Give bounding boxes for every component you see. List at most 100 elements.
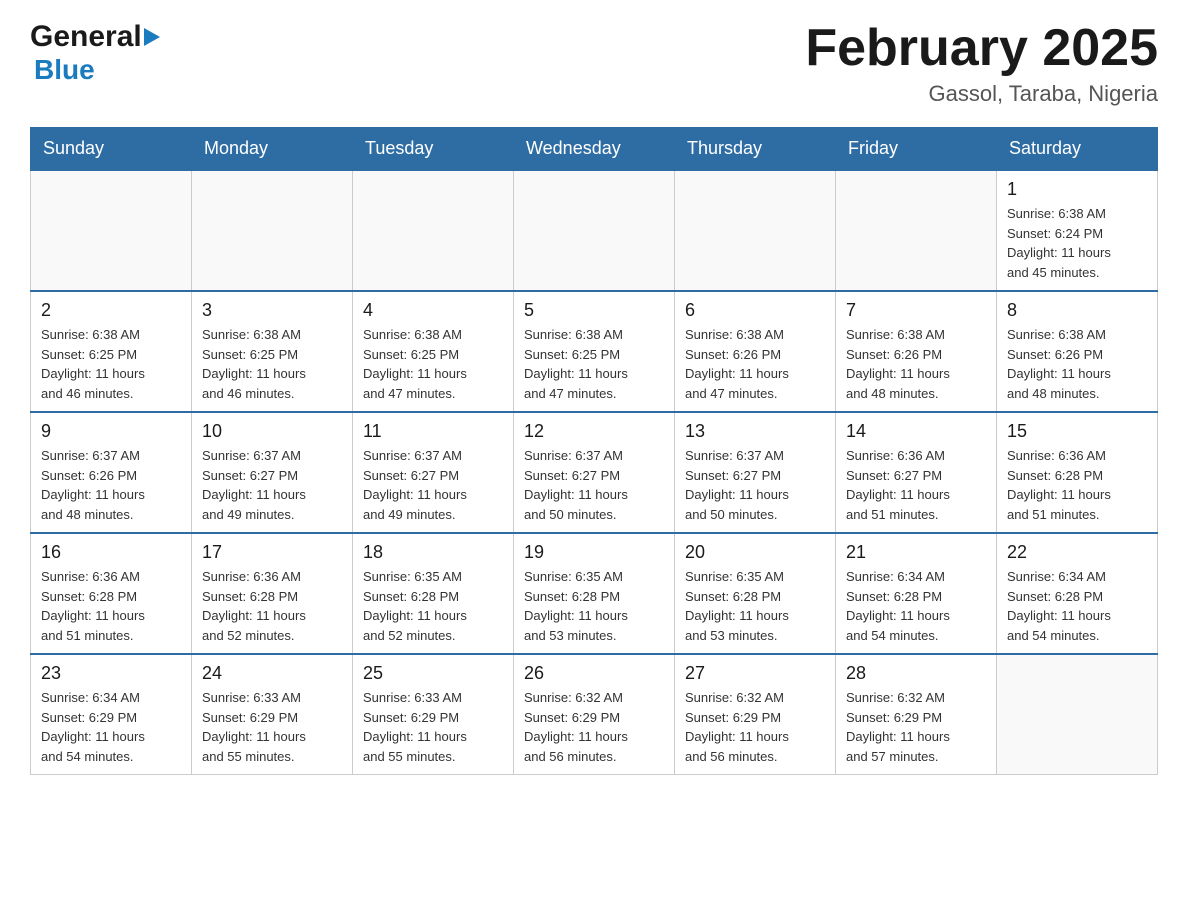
calendar-cell: 1 Sunrise: 6:38 AM Sunset: 6:24 PM Daylig… <box>997 170 1158 291</box>
day-number: 1 <box>1007 179 1147 200</box>
calendar-cell: 8 Sunrise: 6:38 AM Sunset: 6:26 PM Daylig… <box>997 291 1158 412</box>
week-row-3: 9 Sunrise: 6:37 AM Sunset: 6:26 PM Daylig… <box>31 412 1158 533</box>
day-info: Sunrise: 6:38 AM Sunset: 6:24 PM Dayligh… <box>1007 204 1147 282</box>
calendar-cell: 18 Sunrise: 6:35 AM Sunset: 6:28 PM Dayli… <box>353 533 514 654</box>
day-info: Sunrise: 6:33 AM Sunset: 6:29 PM Dayligh… <box>363 688 503 766</box>
day-info: Sunrise: 6:38 AM Sunset: 6:26 PM Dayligh… <box>685 325 825 403</box>
day-number: 19 <box>524 542 664 563</box>
calendar-cell: 14 Sunrise: 6:36 AM Sunset: 6:27 PM Dayli… <box>836 412 997 533</box>
day-info: Sunrise: 6:36 AM Sunset: 6:28 PM Dayligh… <box>202 567 342 645</box>
day-info: Sunrise: 6:38 AM Sunset: 6:26 PM Dayligh… <box>846 325 986 403</box>
day-number: 7 <box>846 300 986 321</box>
day-number: 12 <box>524 421 664 442</box>
week-row-2: 2 Sunrise: 6:38 AM Sunset: 6:25 PM Daylig… <box>31 291 1158 412</box>
day-number: 16 <box>41 542 181 563</box>
day-info: Sunrise: 6:38 AM Sunset: 6:25 PM Dayligh… <box>202 325 342 403</box>
day-info: Sunrise: 6:36 AM Sunset: 6:27 PM Dayligh… <box>846 446 986 524</box>
logo-flag-icon <box>144 28 160 46</box>
day-info: Sunrise: 6:37 AM Sunset: 6:27 PM Dayligh… <box>685 446 825 524</box>
calendar-cell: 3 Sunrise: 6:38 AM Sunset: 6:25 PM Daylig… <box>192 291 353 412</box>
day-info: Sunrise: 6:38 AM Sunset: 6:26 PM Dayligh… <box>1007 325 1147 403</box>
day-header-friday: Friday <box>836 128 997 171</box>
day-number: 11 <box>363 421 503 442</box>
calendar-cell: 9 Sunrise: 6:37 AM Sunset: 6:26 PM Daylig… <box>31 412 192 533</box>
day-info: Sunrise: 6:35 AM Sunset: 6:28 PM Dayligh… <box>685 567 825 645</box>
calendar-cell: 25 Sunrise: 6:33 AM Sunset: 6:29 PM Dayli… <box>353 654 514 775</box>
day-info: Sunrise: 6:36 AM Sunset: 6:28 PM Dayligh… <box>41 567 181 645</box>
calendar-cell: 28Sunrise: 6:32 AM Sunset: 6:29 PM Dayli… <box>836 654 997 775</box>
day-number: 3 <box>202 300 342 321</box>
calendar-cell: 22 Sunrise: 6:34 AM Sunset: 6:28 PM Dayli… <box>997 533 1158 654</box>
day-number: 14 <box>846 421 986 442</box>
calendar-cell: 11Sunrise: 6:37 AM Sunset: 6:27 PM Dayli… <box>353 412 514 533</box>
logo-blue-text: Blue <box>30 54 160 86</box>
day-info: Sunrise: 6:34 AM Sunset: 6:29 PM Dayligh… <box>41 688 181 766</box>
logo-general-g: General <box>30 20 142 54</box>
calendar-cell <box>353 170 514 291</box>
week-row-1: 1 Sunrise: 6:38 AM Sunset: 6:24 PM Daylig… <box>31 170 1158 291</box>
calendar-cell <box>192 170 353 291</box>
calendar-cell: 10 Sunrise: 6:37 AM Sunset: 6:27 PM Dayli… <box>192 412 353 533</box>
day-info: Sunrise: 6:38 AM Sunset: 6:25 PM Dayligh… <box>363 325 503 403</box>
day-info: Sunrise: 6:37 AM Sunset: 6:27 PM Dayligh… <box>202 446 342 524</box>
day-header-thursday: Thursday <box>675 128 836 171</box>
day-number: 24 <box>202 663 342 684</box>
logo: General Blue <box>30 20 160 86</box>
location: Gassol, Taraba, Nigeria <box>805 81 1158 107</box>
calendar-cell: 2 Sunrise: 6:38 AM Sunset: 6:25 PM Daylig… <box>31 291 192 412</box>
day-header-wednesday: Wednesday <box>514 128 675 171</box>
day-info: Sunrise: 6:35 AM Sunset: 6:28 PM Dayligh… <box>524 567 664 645</box>
header-row: SundayMondayTuesdayWednesdayThursdayFrid… <box>31 128 1158 171</box>
day-number: 17 <box>202 542 342 563</box>
day-number: 25 <box>363 663 503 684</box>
day-info: Sunrise: 6:38 AM Sunset: 6:25 PM Dayligh… <box>524 325 664 403</box>
day-number: 20 <box>685 542 825 563</box>
day-info: Sunrise: 6:37 AM Sunset: 6:27 PM Dayligh… <box>524 446 664 524</box>
day-number: 6 <box>685 300 825 321</box>
calendar-cell: 7 Sunrise: 6:38 AM Sunset: 6:26 PM Daylig… <box>836 291 997 412</box>
calendar-cell <box>31 170 192 291</box>
calendar-cell: 5 Sunrise: 6:38 AM Sunset: 6:25 PM Daylig… <box>514 291 675 412</box>
week-row-5: 23 Sunrise: 6:34 AM Sunset: 6:29 PM Dayli… <box>31 654 1158 775</box>
calendar-cell <box>675 170 836 291</box>
calendar-cell: 20 Sunrise: 6:35 AM Sunset: 6:28 PM Dayli… <box>675 533 836 654</box>
day-info: Sunrise: 6:33 AM Sunset: 6:29 PM Dayligh… <box>202 688 342 766</box>
day-number: 27 <box>685 663 825 684</box>
day-header-monday: Monday <box>192 128 353 171</box>
day-number: 18 <box>363 542 503 563</box>
calendar-cell: 17 Sunrise: 6:36 AM Sunset: 6:28 PM Dayli… <box>192 533 353 654</box>
day-number: 21 <box>846 542 986 563</box>
day-number: 23 <box>41 663 181 684</box>
week-row-4: 16 Sunrise: 6:36 AM Sunset: 6:28 PM Dayli… <box>31 533 1158 654</box>
calendar-cell: 21 Sunrise: 6:34 AM Sunset: 6:28 PM Dayli… <box>836 533 997 654</box>
day-info: Sunrise: 6:34 AM Sunset: 6:28 PM Dayligh… <box>846 567 986 645</box>
day-info: Sunrise: 6:36 AM Sunset: 6:28 PM Dayligh… <box>1007 446 1147 524</box>
calendar-cell <box>514 170 675 291</box>
calendar-cell <box>836 170 997 291</box>
calendar-cell: 19 Sunrise: 6:35 AM Sunset: 6:28 PM Dayli… <box>514 533 675 654</box>
calendar-cell: 16 Sunrise: 6:36 AM Sunset: 6:28 PM Dayli… <box>31 533 192 654</box>
calendar-cell: 12 Sunrise: 6:37 AM Sunset: 6:27 PM Dayli… <box>514 412 675 533</box>
day-number: 26 <box>524 663 664 684</box>
day-info: Sunrise: 6:37 AM Sunset: 6:26 PM Dayligh… <box>41 446 181 524</box>
day-info: Sunrise: 6:35 AM Sunset: 6:28 PM Dayligh… <box>363 567 503 645</box>
calendar-cell: 26 Sunrise: 6:32 AM Sunset: 6:29 PM Dayli… <box>514 654 675 775</box>
calendar-cell: 23 Sunrise: 6:34 AM Sunset: 6:29 PM Dayli… <box>31 654 192 775</box>
day-info: Sunrise: 6:32 AM Sunset: 6:29 PM Dayligh… <box>685 688 825 766</box>
day-number: 2 <box>41 300 181 321</box>
day-number: 9 <box>41 421 181 442</box>
day-number: 13 <box>685 421 825 442</box>
calendar-table: SundayMondayTuesdayWednesdayThursdayFrid… <box>30 127 1158 775</box>
day-number: 8 <box>1007 300 1147 321</box>
day-number: 5 <box>524 300 664 321</box>
day-header-saturday: Saturday <box>997 128 1158 171</box>
calendar-cell: 4Sunrise: 6:38 AM Sunset: 6:25 PM Daylig… <box>353 291 514 412</box>
day-number: 22 <box>1007 542 1147 563</box>
calendar-cell <box>997 654 1158 775</box>
day-info: Sunrise: 6:32 AM Sunset: 6:29 PM Dayligh… <box>524 688 664 766</box>
day-number: 10 <box>202 421 342 442</box>
calendar-cell: 24 Sunrise: 6:33 AM Sunset: 6:29 PM Dayli… <box>192 654 353 775</box>
day-info: Sunrise: 6:38 AM Sunset: 6:25 PM Dayligh… <box>41 325 181 403</box>
day-info: Sunrise: 6:34 AM Sunset: 6:28 PM Dayligh… <box>1007 567 1147 645</box>
day-header-tuesday: Tuesday <box>353 128 514 171</box>
